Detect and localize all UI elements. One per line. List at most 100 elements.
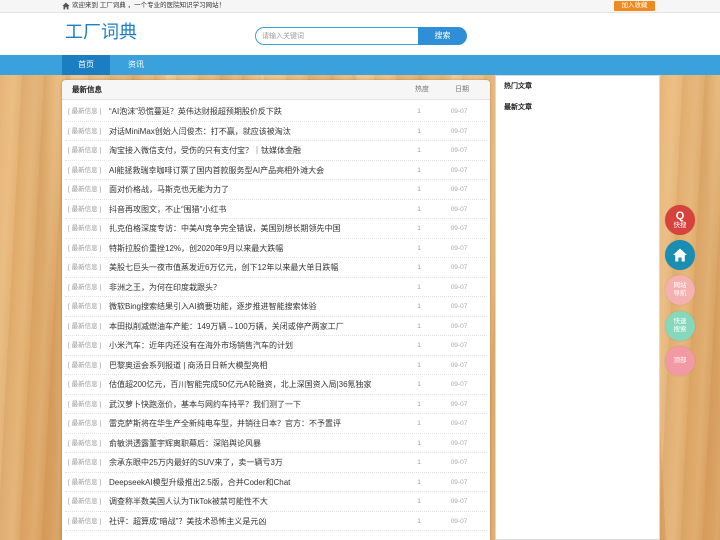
list-item[interactable]: [ 最新信息 ] “AI泡沫”恐慌蔓延？英伟达财报超预期股价反下跌 1 09-07 (65, 102, 487, 122)
row-title-link[interactable]: 雷克萨斯将在华生产全新纯电车型，并销往日本？官方：不予置评 (109, 414, 409, 433)
list-item[interactable]: [ 最新信息 ] 淘宝接入微信支付，受伤的只有支付宝？｜钛媒体金融 1 09-07 (65, 141, 487, 161)
row-title-link[interactable]: 美股七巨头一夜市值蒸发近6万亿元，创下12年以来最大单日跌幅 (109, 258, 409, 277)
row-category-tag[interactable]: [ 最新信息 ] (68, 122, 101, 141)
row-category-tag[interactable]: [ 最新信息 ] (68, 356, 101, 375)
article-list: [ 最新信息 ] “AI泡沫”恐慌蔓延？英伟达财报超预期股价反下跌 1 09-07[ … (62, 102, 490, 540)
hot-articles-title: 热门文章 (504, 83, 532, 90)
row-heat: 1 (417, 166, 421, 174)
list-item[interactable]: [ 最新信息 ] 余承东眼中25万内最好的SUV来了，卖一辆亏3万 1 09-07 (65, 453, 487, 473)
row-category-tag[interactable]: [ 最新信息 ] (68, 473, 101, 492)
list-item[interactable]: [ 最新信息 ] 美股七巨头一夜市值蒸发近6万亿元，创下12年以来最大单日跌幅 1 0… (65, 258, 487, 278)
list-item[interactable]: [ 最新信息 ] 特斯拉股价重挫12%，创2020年9月以来最大跌幅 1 09-07 (65, 239, 487, 258)
row-category-tag[interactable]: [ 最新信息 ] (68, 297, 101, 316)
row-title-link[interactable]: 估值超200亿元，百川智能完成50亿元A轮融资，北上深国资入局|36氪独家 (109, 375, 409, 394)
row-title-link[interactable]: DeepseekAI模型升级推出2.5版，合并Coder和Chat (109, 473, 409, 492)
search-input[interactable] (255, 27, 418, 45)
row-title-link[interactable]: 余承东眼中25万内最好的SUV来了，卖一辆亏3万 (109, 453, 409, 472)
list-item[interactable]: [ 最新信息 ] 估值超200亿元，百川智能完成50亿元A轮融资，北上深国资入局|… (65, 375, 487, 395)
top-bar: 欢迎来到 工厂词典 ，一个专业的医院知识学习网站！ 加入收藏 (0, 0, 720, 13)
row-title-link[interactable]: 面对价格战，马斯克也无能为力了 (109, 180, 409, 199)
row-title-link[interactable]: “AI泡沫”恐慌蔓延？英伟达财报超预期股价反下跌 (109, 102, 409, 121)
main-nav: 首页 资讯 (0, 55, 720, 75)
row-category-tag[interactable]: [ 最新信息 ] (68, 375, 101, 394)
row-heat: 1 (417, 244, 421, 252)
list-item[interactable]: [ 最新信息 ] 武汉萝卜快跑涨价，基本与网约车持平？我们测了一下 1 09-07 (65, 395, 487, 414)
row-date: 09-07 (450, 303, 468, 310)
row-category-tag[interactable]: [ 最新信息 ] (68, 219, 101, 238)
home-float-button[interactable] (665, 240, 695, 270)
row-heat: 1 (417, 225, 421, 232)
row-category-tag[interactable]: [ 最新信息 ] (68, 200, 101, 219)
float-button-label: 顶部 (673, 357, 687, 364)
row-title-link[interactable]: 俞敏洪透露董宇辉离职幕后：深陷舆论风暴 (109, 434, 409, 453)
row-category-tag[interactable]: [ 最新信息 ] (68, 512, 101, 531)
float-button-label: 快速搜索 (673, 318, 687, 333)
row-title-link[interactable]: 本田拟削减燃油车产能：149万辆→100万辆，关闭或停产两家工厂 (109, 317, 409, 336)
row-heat: 1 (417, 498, 421, 505)
row-title-link[interactable]: 社评：超算成“暗战”？美技术恐怖主义是元凶 (109, 512, 409, 531)
row-date: 09-07 (450, 205, 468, 213)
row-category-tag[interactable]: [ 最新信息 ] (68, 278, 101, 297)
row-title-link[interactable]: 对话MiniMax创始人闫俊杰：打不赢，就应该被淘汰 (109, 122, 409, 141)
row-heat: 1 (417, 283, 421, 291)
fast-search-float-button[interactable]: 快速搜索 (665, 311, 695, 341)
site-nav-float-button[interactable]: 网站导航 (665, 275, 695, 305)
row-category-tag[interactable]: [ 最新信息 ] (68, 102, 101, 121)
row-category-tag[interactable]: [ 最新信息 ] (68, 434, 101, 453)
quick-search-float-button[interactable]: Q 快搜 (665, 205, 695, 235)
row-date: 09-07 (450, 381, 468, 388)
row-category-tag[interactable]: [ 最新信息 ] (68, 395, 101, 414)
row-title-link[interactable]: 巴黎奥运会系列报道 | 商汤日日新大模型亮相 (109, 356, 409, 375)
list-item[interactable]: [ 最新信息 ] 调查称半数美国人认为TikTok被禁可能性不大 1 09-07 (65, 492, 487, 512)
list-item[interactable]: [ 最新信息 ] 扎克伯格深度专访：中美AI竞争完全错误，美国别想长期领先中国 1 0… (65, 219, 487, 239)
row-date: 09-07 (450, 147, 468, 154)
search-button[interactable]: 搜索 (418, 27, 467, 45)
row-title-link[interactable]: 调查称半数美国人认为TikTok被禁可能性不大 (109, 492, 409, 511)
row-category-tag[interactable]: [ 最新信息 ] (68, 141, 101, 160)
row-date: 09-07 (450, 420, 468, 427)
list-item[interactable]: [ 最新信息 ] 巴黎奥运会系列报道 | 商汤日日新大模型亮相 1 09-07 (65, 356, 487, 375)
list-item[interactable]: [ 最新信息 ] 对话MiniMax创始人闫俊杰：打不赢，就应该被淘汰 1 09-07 (65, 122, 487, 141)
row-title-link[interactable]: 抖音再攻图文，不止“围猎”小红书 (109, 200, 409, 219)
row-title-link[interactable]: 小米汽车：近年内还没有在海外市场销售汽车的计划 (109, 336, 409, 355)
row-category-tag[interactable]: [ 最新信息 ] (68, 336, 101, 355)
row-category-tag[interactable]: [ 最新信息 ] (68, 161, 101, 180)
list-item[interactable]: [ 最新信息 ] 雷克萨斯将在华生产全新纯电车型，并销往日本？官方：不予置评 1 09… (65, 414, 487, 434)
row-category-tag[interactable]: [ 最新信息 ] (68, 492, 101, 511)
list-item[interactable]: [ 最新信息 ] 抖音再攻图文，不止“围猎”小红书 1 09-07 (65, 200, 487, 219)
site-logo[interactable]: 工厂词典 (65, 21, 137, 43)
nav-item-news[interactable]: 资讯 (118, 55, 154, 75)
row-category-tag[interactable]: [ 最新信息 ] (68, 317, 101, 336)
row-title-link[interactable]: 特斯拉股价重挫12%，创2020年9月以来最大跌幅 (109, 239, 409, 258)
row-category-tag[interactable]: [ 最新信息 ] (68, 180, 101, 199)
add-favorite-button[interactable]: 加入收藏 (614, 1, 655, 11)
list-item[interactable]: [ 最新信息 ] 小米汽车：近年内还没有在海外市场销售汽车的计划 1 09-07 (65, 336, 487, 356)
list-item[interactable]: [ 最新信息 ] 面对价格战，马斯克也无能为力了 1 09-07 (65, 180, 487, 200)
row-title-link[interactable]: 淘宝接入微信支付，受伤的只有支付宝？｜钛媒体金融 (109, 141, 409, 160)
list-item[interactable]: [ 最新信息 ] 非洲之王，为何在印度栽跟头？ 1 09-07 (65, 278, 487, 297)
row-heat: 1 (417, 420, 421, 427)
list-item[interactable]: [ 最新信息 ] 社评：超算成“暗战”？美技术恐怖主义是元凶 1 09-07 (65, 512, 487, 531)
row-date: 09-07 (450, 166, 468, 174)
back-to-top-button[interactable]: 顶部 (665, 346, 695, 376)
row-category-tag[interactable]: [ 最新信息 ] (68, 453, 101, 472)
row-heat: 1 (417, 381, 421, 388)
list-item[interactable]: [ 最新信息 ] AI能拯救瑞幸咖啡订票了国内首款服务型AI产品亮相外滩大会 1 09… (65, 161, 487, 180)
row-category-tag[interactable]: [ 最新信息 ] (68, 258, 101, 277)
row-title-link[interactable]: 微软Bing搜索结果引入AI摘要功能，逐步推进智能搜索体验 (109, 297, 409, 316)
list-item[interactable]: [ 最新信息 ] 本田拟削减燃油车产能：149万辆→100万辆，关闭或停产两家工厂… (65, 317, 487, 336)
row-heat: 1 (417, 517, 421, 525)
list-item[interactable]: [ 最新信息 ] 微软Bing搜索结果引入AI摘要功能，逐步推进智能搜索体验 1 09… (65, 297, 487, 317)
row-date: 09-07 (450, 361, 468, 369)
list-item[interactable]: [ 最新信息 ] 俞敏洪透露董宇辉离职幕后：深陷舆论风暴 1 09-07 (65, 434, 487, 453)
list-item[interactable]: [ 最新信息 ] DeepseekAI模型升级推出2.5版，合并Coder和Cha… (65, 473, 487, 492)
row-category-tag[interactable]: [ 最新信息 ] (68, 414, 101, 433)
row-title-link[interactable]: 武汉萝卜快跑涨价，基本与网约车持平？我们测了一下 (109, 395, 409, 414)
row-title-link[interactable]: AI能拯救瑞幸咖啡订票了国内首款服务型AI产品亮相外滩大会 (109, 161, 409, 180)
home-icon[interactable] (62, 2, 70, 10)
nav-item-home[interactable]: 首页 (62, 55, 110, 75)
row-category-tag[interactable]: [ 最新信息 ] (68, 239, 101, 258)
row-title-link[interactable]: 非洲之王，为何在印度栽跟头？ (109, 278, 409, 297)
row-heat: 1 (417, 205, 421, 213)
row-title-link[interactable]: 扎克伯格深度专访：中美AI竞争完全错误，美国别想长期领先中国 (109, 219, 409, 238)
